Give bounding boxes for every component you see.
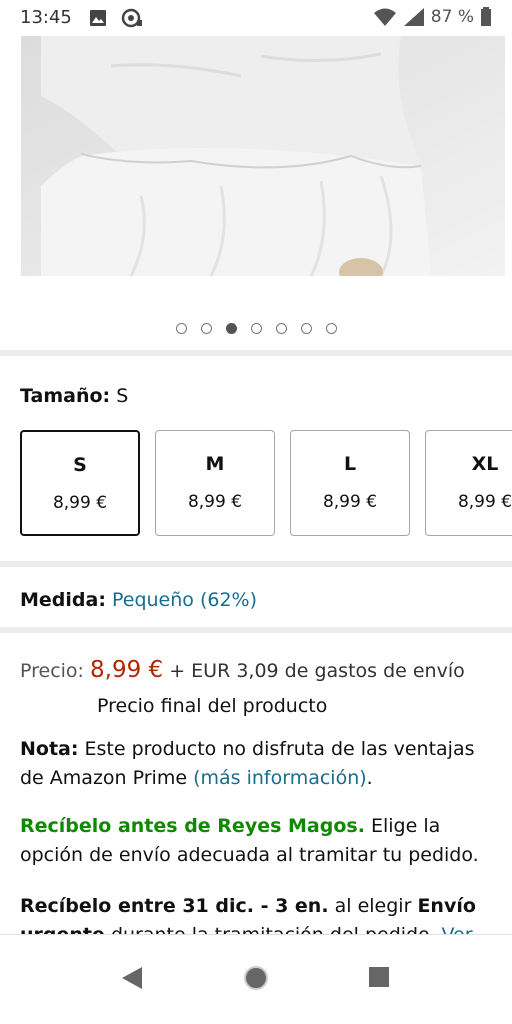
carousel-dot[interactable]	[175, 323, 187, 334]
delivery-window: Recíbelo entre 31 dic. - 3 en. al elegir…	[20, 892, 495, 934]
see-more-link[interactable]: Ver	[442, 924, 473, 934]
size-option-name: XL	[471, 453, 499, 475]
carousel-dot[interactable]	[225, 323, 237, 334]
carousel-dot[interactable]	[325, 323, 337, 334]
size-option-price: 8,99 €	[52, 493, 108, 513]
size-option-xl[interactable]: XL 8,99 €	[425, 430, 512, 536]
section-divider	[0, 350, 512, 356]
size-option-name: M	[205, 453, 225, 475]
more-info-link[interactable]: (más información)	[193, 767, 367, 789]
home-icon[interactable]	[243, 965, 269, 991]
size-option-s[interactable]: S 8,99 €	[20, 430, 140, 536]
carousel-dot[interactable]	[300, 323, 312, 334]
carousel-dot[interactable]	[275, 323, 287, 334]
section-divider	[0, 627, 512, 633]
app-screen: 13:45 87 % Tamaño: S S 8,99 € M 8,99 € L…	[0, 0, 512, 1024]
battery-icon	[481, 7, 491, 26]
product-photo[interactable]	[21, 36, 505, 276]
shipping-cost: + EUR 3,09 de gastos de envío	[169, 660, 465, 682]
size-option-price: 8,99 €	[322, 492, 378, 512]
wifi-icon	[373, 8, 396, 26]
signal-app-icon	[121, 8, 142, 28]
fit-value-link[interactable]: Pequeño (62%)	[112, 589, 257, 611]
size-option-m[interactable]: M 8,99 €	[155, 430, 275, 536]
note-end: .	[366, 767, 373, 789]
back-icon[interactable]	[120, 965, 144, 991]
system-nav-bar	[0, 934, 512, 1024]
carousel-dot[interactable]	[250, 323, 262, 334]
battery-percent: 87 %	[430, 7, 474, 27]
status-right: 87 %	[373, 7, 492, 27]
delivery-promo: Recíbelo antes de Reyes Magos. Elige la …	[20, 812, 495, 870]
size-option-price: 8,99 €	[187, 492, 243, 512]
delivery-middle: al elegir	[334, 895, 412, 917]
fit-label: Medida:	[20, 589, 106, 611]
note-label: Nota:	[20, 738, 79, 760]
carousel-dot[interactable]	[200, 323, 212, 334]
delivery-dates: Recíbelo entre 31 dic. - 3 en.	[20, 895, 329, 917]
image-icon	[90, 10, 106, 26]
size-option-price: 8,99 €	[457, 492, 512, 512]
recents-icon[interactable]	[367, 965, 391, 989]
size-selected-value: S	[116, 385, 129, 407]
delivery-highlight: Recíbelo antes de Reyes Magos.	[20, 815, 365, 837]
product-image-gallery[interactable]	[0, 36, 512, 286]
status-bar: 13:45 87 %	[0, 0, 512, 36]
final-price-note: Precio final del producto	[97, 695, 328, 717]
delivery-rest: durante la tramitación del pedido.	[111, 924, 436, 934]
size-option-name: L	[343, 453, 357, 475]
section-divider	[0, 561, 512, 567]
fit-info: Medida: Pequeño (62%)	[20, 589, 257, 611]
prime-note: Nota: Este producto no disfruta de las v…	[20, 735, 495, 793]
carousel-dots	[0, 323, 512, 334]
cell-signal-icon	[403, 8, 424, 26]
size-option-l[interactable]: L 8,99 €	[290, 430, 410, 536]
size-options: S 8,99 € M 8,99 € L 8,99 € XL 8,99 €	[20, 430, 512, 536]
size-option-name: S	[73, 454, 87, 476]
price-value: 8,99 €	[90, 657, 164, 683]
size-label: Tamaño: S	[20, 385, 128, 407]
price-label: Precio:	[20, 660, 84, 682]
price-line: Precio: 8,99 € + EUR 3,09 de gastos de e…	[20, 657, 510, 683]
status-time: 13:45	[20, 7, 72, 28]
size-label-text: Tamaño:	[20, 385, 111, 407]
